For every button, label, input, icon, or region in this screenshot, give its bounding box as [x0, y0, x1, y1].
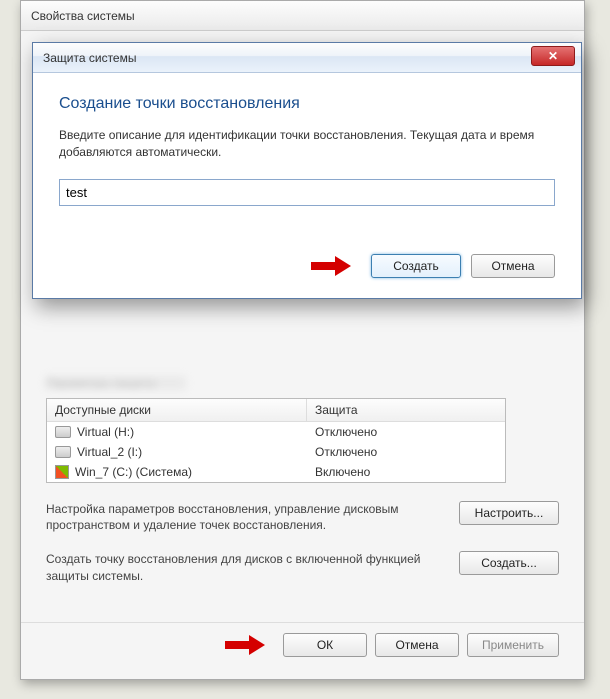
disk-row[interactable]: Win_7 (C:) (Система) Включено — [47, 462, 505, 482]
parent-bottom-bar: ОК Отмена Применить — [21, 622, 584, 667]
dialog-title: Защита системы — [43, 51, 136, 65]
dialog-titlebar[interactable]: Защита системы ✕ — [33, 43, 581, 73]
create-button[interactable]: Создать — [371, 254, 461, 278]
disk-list: Доступные диски Защита Virtual (H:) Откл… — [46, 398, 506, 483]
create-restore-point-button[interactable]: Создать... — [459, 551, 559, 575]
system-protection-dialog: Защита системы ✕ Создание точки восстано… — [32, 42, 582, 299]
apply-button[interactable]: Применить — [467, 633, 559, 657]
dialog-heading: Создание точки восстановления — [59, 95, 555, 113]
disk-row[interactable]: Virtual_2 (I:) Отключено — [47, 442, 505, 462]
close-button[interactable]: ✕ — [531, 46, 575, 66]
disk-name: Win_7 (C:) (Система) — [75, 465, 192, 479]
dialog-description: Введите описание для идентификации точки… — [59, 127, 555, 161]
parent-window-title: Свойства системы — [21, 1, 584, 31]
disk-header-disks: Доступные диски — [47, 399, 307, 421]
hdd-icon — [55, 426, 71, 438]
windows-drive-icon — [55, 465, 69, 479]
create-block: Создать точку восстановления для дисков … — [46, 551, 559, 583]
disk-status: Отключено — [307, 422, 505, 442]
configure-description: Настройка параметров восстановления, упр… — [46, 501, 439, 533]
disk-row[interactable]: Virtual (H:) Отключено — [47, 422, 505, 442]
create-description: Создать точку восстановления для дисков … — [46, 551, 439, 583]
red-arrow-icon — [311, 256, 355, 276]
cancel-button[interactable]: Отмена — [375, 633, 459, 657]
dialog-button-row: Создать Отмена — [59, 254, 555, 278]
dialog-cancel-button[interactable]: Отмена — [471, 254, 555, 278]
disk-status: Отключено — [307, 442, 505, 462]
hdd-icon — [55, 446, 71, 458]
ok-button[interactable]: ОК — [283, 633, 367, 657]
configure-block: Настройка параметров восстановления, упр… — [46, 501, 559, 533]
disk-name: Virtual (H:) — [77, 425, 134, 439]
restore-point-name-input[interactable] — [59, 179, 555, 206]
configure-button[interactable]: Настроить... — [459, 501, 559, 525]
disk-list-header: Доступные диски Защита — [47, 399, 505, 422]
disk-status: Включено — [307, 462, 505, 482]
disk-name: Virtual_2 (I:) — [77, 445, 142, 459]
dialog-body: Создание точки восстановления Введите оп… — [33, 73, 581, 298]
red-arrow-icon — [225, 635, 269, 655]
protection-settings-label: Параметры защиты — [46, 376, 559, 390]
disk-header-protection: Защита — [307, 399, 505, 421]
